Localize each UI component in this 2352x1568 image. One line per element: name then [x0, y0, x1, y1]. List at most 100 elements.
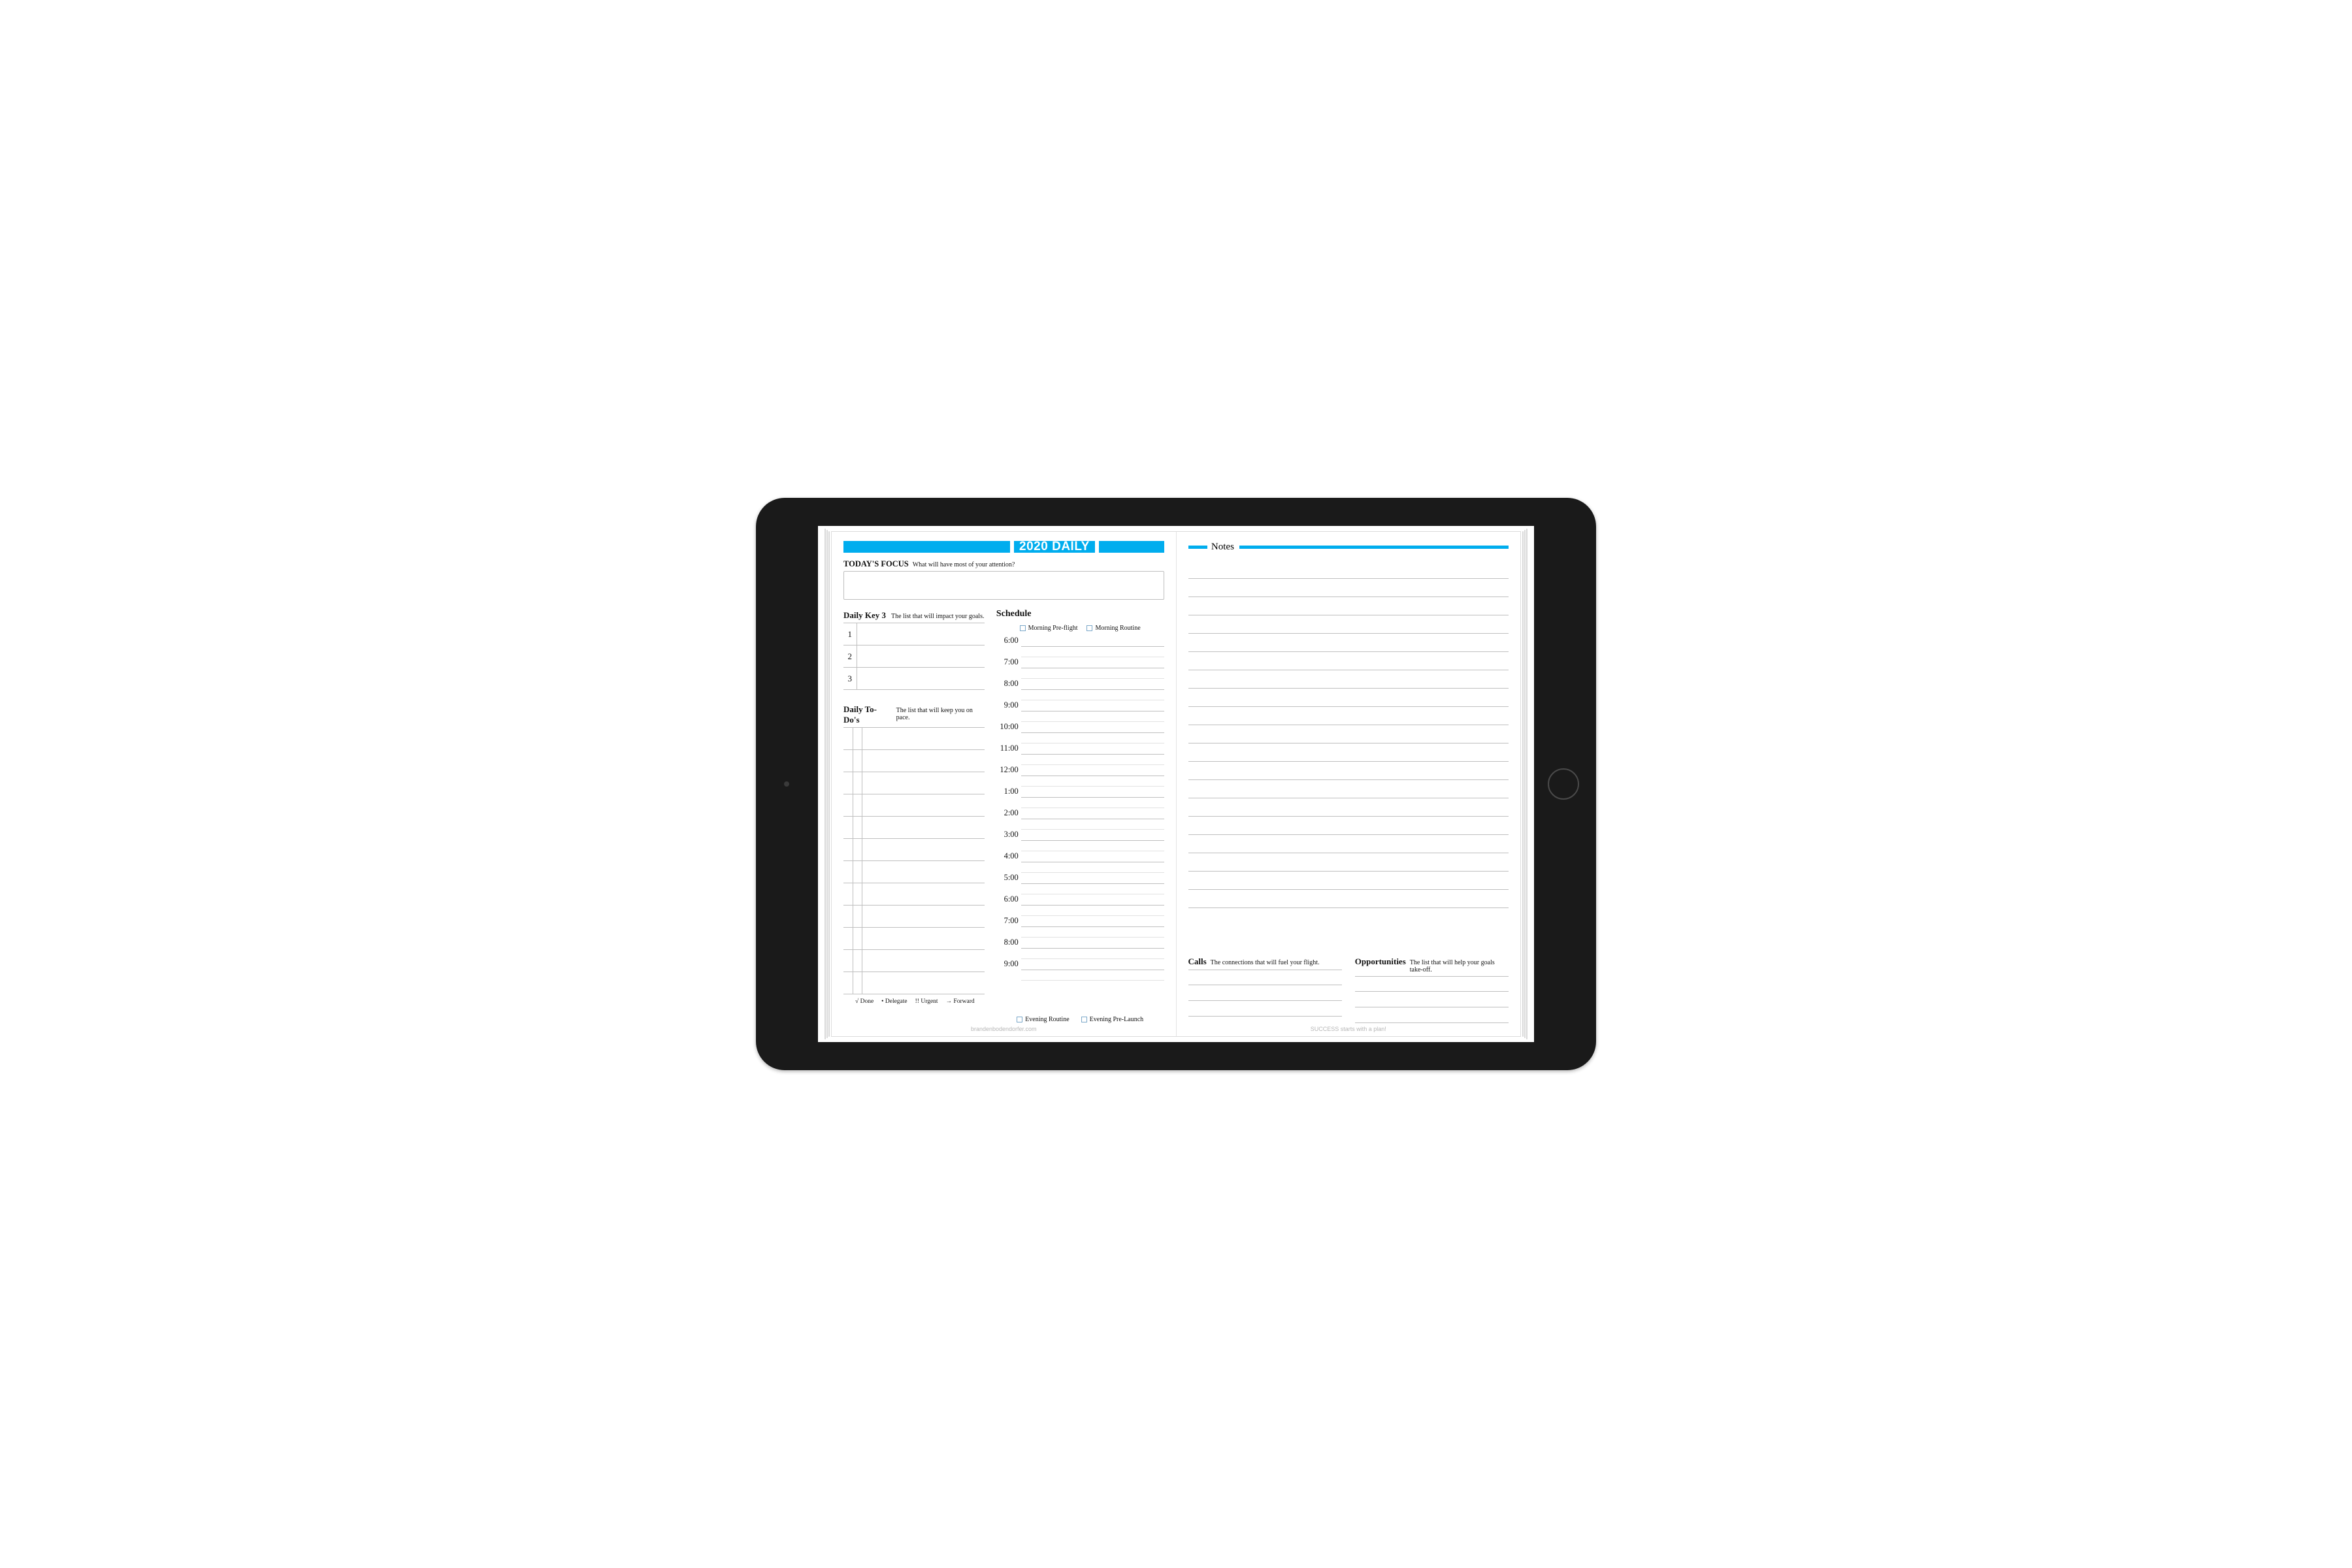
- todo-table[interactable]: [843, 727, 985, 994]
- schedule-hour-row[interactable]: 10:00: [996, 722, 1164, 743]
- key3-row[interactable]: 3: [843, 668, 985, 690]
- todo-row[interactable]: [843, 906, 985, 928]
- todo-row[interactable]: [843, 794, 985, 817]
- note-line[interactable]: [1188, 597, 1509, 615]
- notes-heading: Notes: [1211, 541, 1235, 553]
- opps-sub: The list that will help your goals take-…: [1410, 959, 1509, 973]
- schedule-hour-row[interactable]: 7:00: [996, 657, 1164, 679]
- calls-sub: The connections that will fuel your flig…: [1211, 959, 1320, 966]
- todos-heading: Daily To-Do's: [843, 704, 891, 725]
- schedule-hour-row[interactable]: 6:00: [996, 894, 1164, 916]
- schedule-time-label: 8:00: [996, 679, 1021, 689]
- todo-row[interactable]: [843, 928, 985, 950]
- focus-heading: TODAY'S FOCUS: [843, 559, 909, 569]
- schedule-time-label: 9:00: [996, 959, 1021, 969]
- todo-row[interactable]: [843, 950, 985, 972]
- calls-section[interactable]: Calls The connections that will fuel you…: [1188, 956, 1342, 1023]
- schedule-hour-row[interactable]: 11:00: [996, 743, 1164, 765]
- schedule-hour-row[interactable]: 4:00: [996, 851, 1164, 873]
- page-left: 2020 DAILY TODAY'S FOCUS What will have …: [832, 532, 1177, 1036]
- schedule-time-label: 12:00: [996, 765, 1021, 775]
- note-line[interactable]: [1188, 652, 1509, 670]
- note-line[interactable]: [1188, 670, 1509, 689]
- note-line[interactable]: [1188, 725, 1509, 743]
- focus-sub: What will have most of your attention?: [913, 561, 1015, 568]
- evening-prelaunch-checkbox[interactable]: Evening Pre-Launch: [1081, 1016, 1143, 1023]
- note-line[interactable]: [1188, 561, 1509, 579]
- schedule-time-label: 2:00: [996, 808, 1021, 818]
- key3-row-number: 1: [843, 623, 857, 645]
- left-footer: brandenbodendorfer.com: [843, 1026, 1164, 1032]
- key3-row[interactable]: 2: [843, 645, 985, 668]
- page-right: Notes Calls The connections that will fu…: [1177, 532, 1521, 1036]
- schedule-hour-row[interactable]: 1:00: [996, 787, 1164, 808]
- schedule-time-label: 5:00: [996, 873, 1021, 883]
- opportunity-line[interactable]: [1355, 1007, 1509, 1023]
- schedule-hour-row[interactable]: 8:00: [996, 938, 1164, 959]
- todo-row[interactable]: [843, 728, 985, 750]
- opps-heading: Opportunities: [1355, 956, 1406, 967]
- schedule-hour-row[interactable]: 5:00: [996, 873, 1164, 894]
- note-line[interactable]: [1188, 689, 1509, 707]
- calls-heading: Calls: [1188, 956, 1207, 967]
- opportunity-line[interactable]: [1355, 976, 1509, 992]
- schedule-time-label: 3:00: [996, 830, 1021, 840]
- todo-row[interactable]: [843, 839, 985, 861]
- note-line[interactable]: [1188, 579, 1509, 597]
- schedule-hour-row[interactable]: 6:00: [996, 636, 1164, 657]
- todo-row[interactable]: [843, 861, 985, 883]
- opportunity-line[interactable]: [1355, 992, 1509, 1007]
- evening-routine-checkbox[interactable]: Evening Routine: [1017, 1016, 1070, 1023]
- key3-row-number: 2: [843, 645, 857, 668]
- schedule-grid[interactable]: 6:007:008:009:0010:0011:0012:001:002:003…: [996, 636, 1164, 1012]
- call-line[interactable]: [1188, 1001, 1342, 1017]
- schedule-hour-row[interactable]: 2:00: [996, 808, 1164, 830]
- note-line[interactable]: [1188, 853, 1509, 872]
- legend-forward: → Forward: [946, 998, 975, 1005]
- notes-area[interactable]: [1188, 561, 1509, 947]
- schedule-hour-row[interactable]: 8:00: [996, 679, 1164, 700]
- note-line[interactable]: [1188, 634, 1509, 652]
- todo-row[interactable]: [843, 772, 985, 794]
- key3-row-number: 3: [843, 668, 857, 690]
- todo-row[interactable]: [843, 972, 985, 994]
- key3-row[interactable]: 1: [843, 623, 985, 645]
- morning-routine-checkbox[interactable]: Morning Routine: [1086, 625, 1140, 632]
- note-line[interactable]: [1188, 872, 1509, 890]
- schedule-time-label: 1:00: [996, 787, 1021, 796]
- call-line[interactable]: [1188, 970, 1342, 985]
- note-line[interactable]: [1188, 762, 1509, 780]
- schedule-hour-row[interactable]: 7:00: [996, 916, 1164, 938]
- schedule-time-label: 7:00: [996, 916, 1021, 926]
- schedule-time-label: 4:00: [996, 851, 1021, 861]
- key3-sub: The list that will impact your goals.: [891, 613, 984, 620]
- focus-input-area[interactable]: [843, 571, 1164, 600]
- opportunities-section[interactable]: Opportunities The list that will help yo…: [1355, 956, 1509, 1023]
- todo-row[interactable]: [843, 817, 985, 839]
- right-header-bar: Notes: [1188, 541, 1509, 553]
- note-line[interactable]: [1188, 890, 1509, 908]
- note-line[interactable]: [1188, 817, 1509, 835]
- note-line[interactable]: [1188, 707, 1509, 725]
- note-line[interactable]: [1188, 798, 1509, 817]
- note-line[interactable]: [1188, 743, 1509, 762]
- note-line[interactable]: [1188, 835, 1509, 853]
- legend-urgent: !! Urgent: [915, 998, 938, 1005]
- todo-row[interactable]: [843, 750, 985, 772]
- schedule-time-label: 11:00: [996, 743, 1021, 753]
- todo-legend: √ Done • Delegate !! Urgent → Forward: [843, 998, 985, 1005]
- note-line[interactable]: [1188, 615, 1509, 634]
- call-line[interactable]: [1188, 985, 1342, 1001]
- schedule-hour-row[interactable]: 3:00: [996, 830, 1164, 851]
- note-line[interactable]: [1188, 780, 1509, 798]
- left-header-bar: 2020 DAILY: [843, 541, 1164, 553]
- key3-table[interactable]: 123: [843, 623, 985, 690]
- schedule-hour-row[interactable]: 9:00: [996, 700, 1164, 722]
- schedule-hour-row[interactable]: 12:00: [996, 765, 1164, 787]
- schedule-hour-row[interactable]: 9:00: [996, 959, 1164, 981]
- schedule-time-label: 6:00: [996, 894, 1021, 904]
- todo-row[interactable]: [843, 883, 985, 906]
- morning-preflight-checkbox[interactable]: Morning Pre-flight: [1020, 625, 1078, 632]
- schedule-time-label: 10:00: [996, 722, 1021, 732]
- key3-heading: Daily Key 3: [843, 610, 886, 621]
